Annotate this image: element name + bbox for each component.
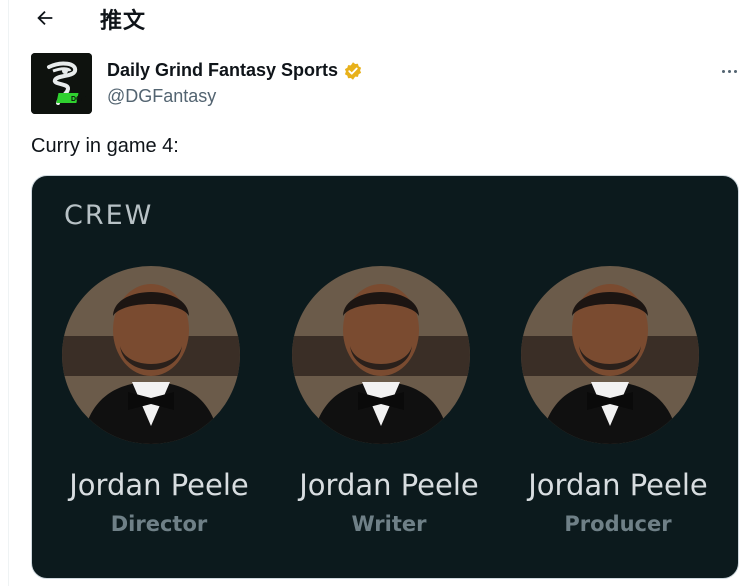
author-handle[interactable]: @DGFantasy [107,86,216,107]
crew-member-card: Jordan Peele Director [40,266,249,566]
verified-badge-icon [344,61,362,80]
page-title: 推文 [100,9,147,34]
more-dot-icon [721,69,725,73]
crew-name: Jordan Peele [299,468,479,502]
crew-photo [62,266,240,444]
tweet-text: Curry in game 4: [31,135,179,157]
crew-role: Writer [351,512,427,536]
tweet-media-image[interactable]: CREW Jordan Peele Director Jordan Peele … [31,175,739,579]
crew-name: Jordan Peele [528,468,708,502]
top-bar: 推文 [9,0,750,40]
crew-photo [521,266,699,444]
crew-section-label: CREW [64,200,154,231]
author-name[interactable]: Daily Grind Fantasy Sports [107,60,338,81]
back-button[interactable] [29,2,61,34]
left-rail-divider [0,0,9,586]
svg-text:DGF: DGF [71,96,87,103]
crew-member-card: Jordan Peele Producer [499,266,708,566]
more-dot-icon [733,69,737,73]
avatar[interactable]: DGF [31,53,92,114]
more-options-button[interactable] [716,58,742,84]
author-name-row[interactable]: Daily Grind Fantasy Sports [107,60,363,81]
back-arrow-icon [37,10,53,26]
crew-photo [292,266,470,444]
crew-role: Director [110,512,208,536]
more-dot-icon [727,69,731,73]
dgf-logo-icon: DGF [31,53,92,114]
crew-name: Jordan Peele [69,468,249,502]
crew-member-card: Jordan Peele Writer [270,266,479,566]
crew-role: Producer [564,512,672,536]
